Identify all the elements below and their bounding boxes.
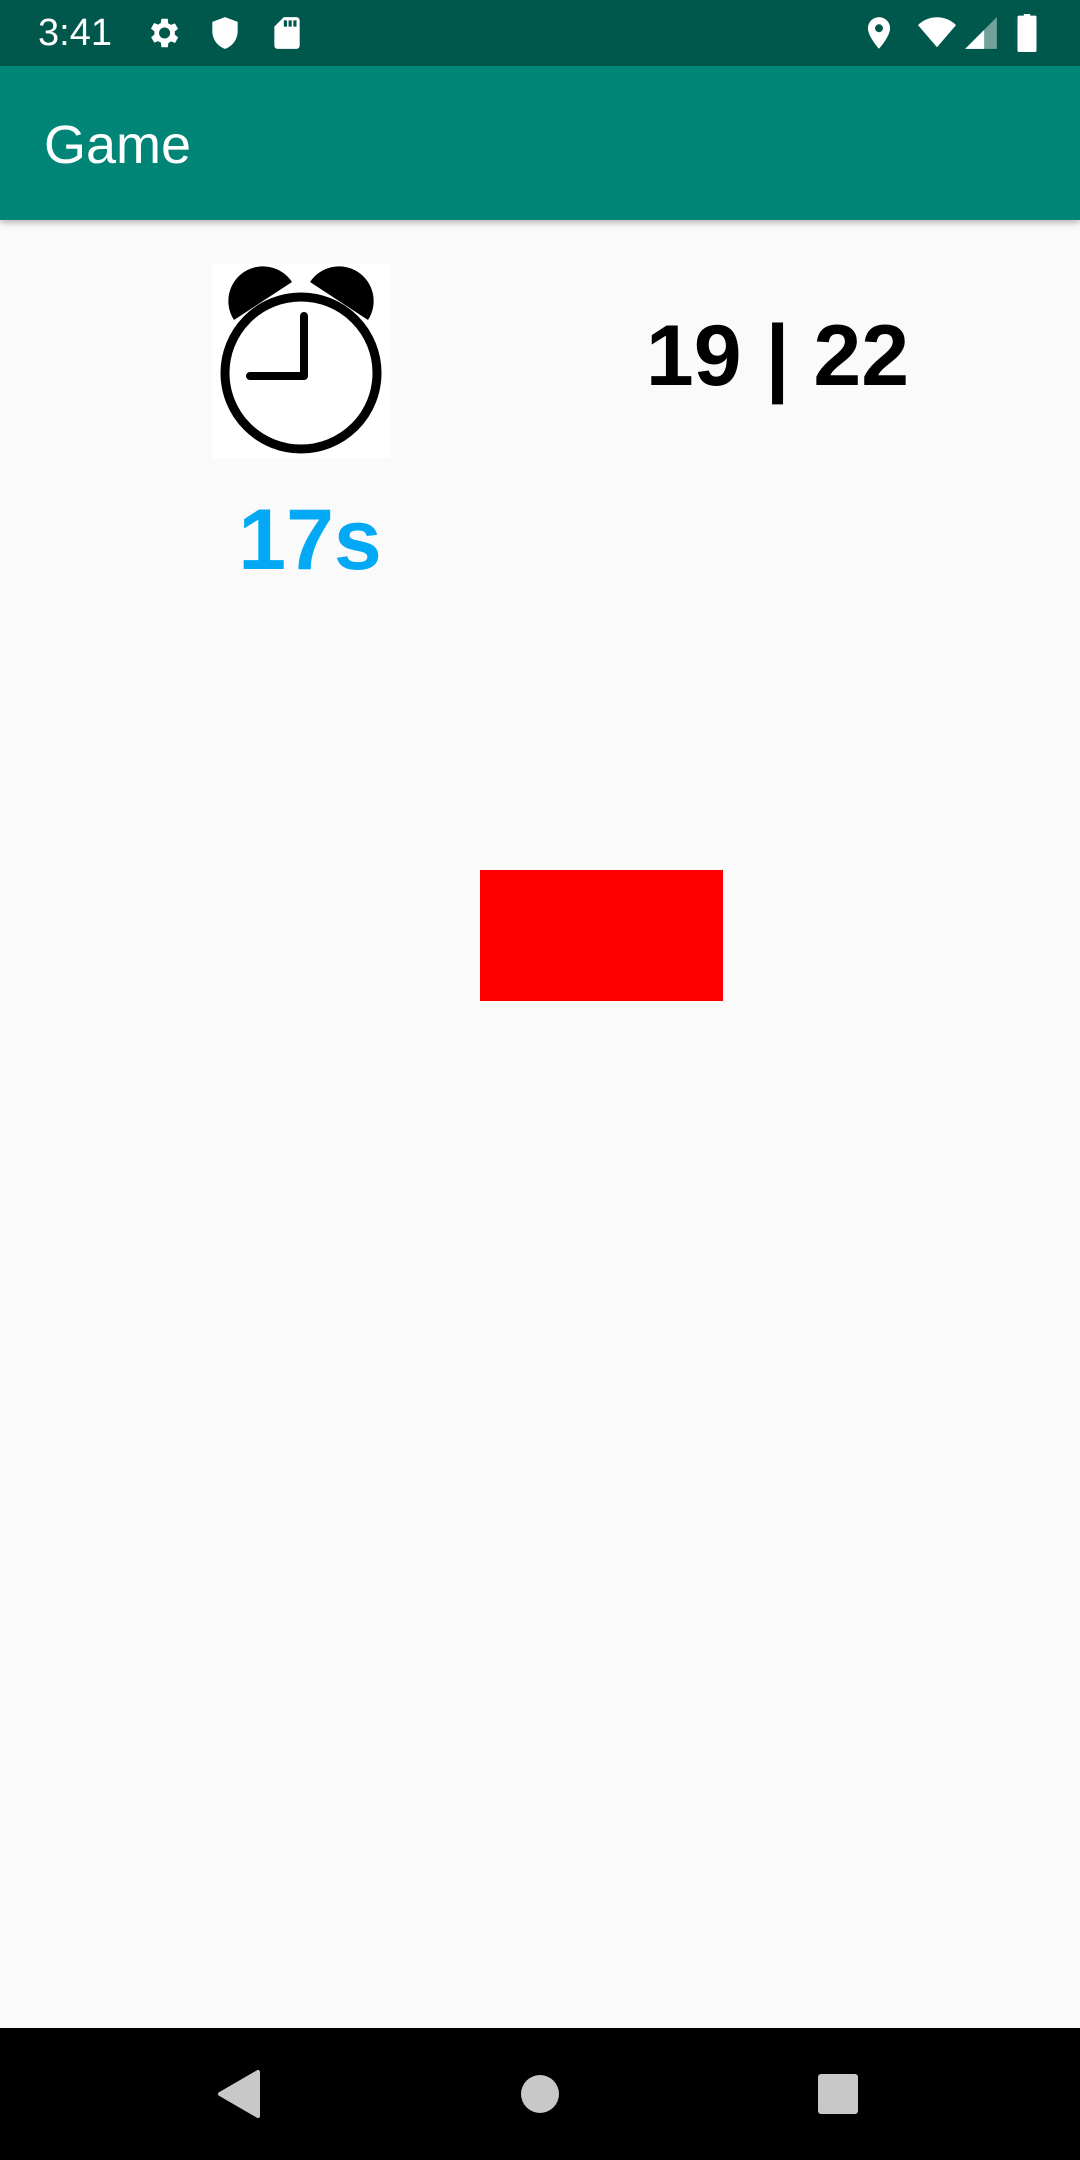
signal-icon bbox=[962, 14, 1000, 52]
timer-text: 17s bbox=[238, 492, 382, 588]
score-text: 19 | 22 bbox=[645, 308, 910, 404]
navigation-bar bbox=[0, 2028, 1080, 2160]
target-rectangle[interactable] bbox=[480, 870, 723, 1001]
alarm-clock-icon bbox=[212, 264, 390, 458]
sd-card-icon bbox=[268, 14, 306, 52]
wifi-icon bbox=[914, 14, 960, 52]
gear-icon bbox=[144, 14, 182, 52]
status-bar: 3:41 bbox=[0, 0, 1080, 66]
home-icon[interactable] bbox=[500, 2054, 580, 2134]
shield-icon bbox=[206, 14, 244, 52]
status-time: 3:41 bbox=[38, 12, 112, 54]
page-title: Game bbox=[44, 115, 192, 175]
location-icon bbox=[860, 14, 898, 52]
back-icon[interactable] bbox=[200, 2054, 280, 2134]
recents-icon[interactable] bbox=[798, 2054, 878, 2134]
app-bar: Game bbox=[0, 66, 1080, 220]
battery-icon bbox=[1012, 14, 1042, 52]
